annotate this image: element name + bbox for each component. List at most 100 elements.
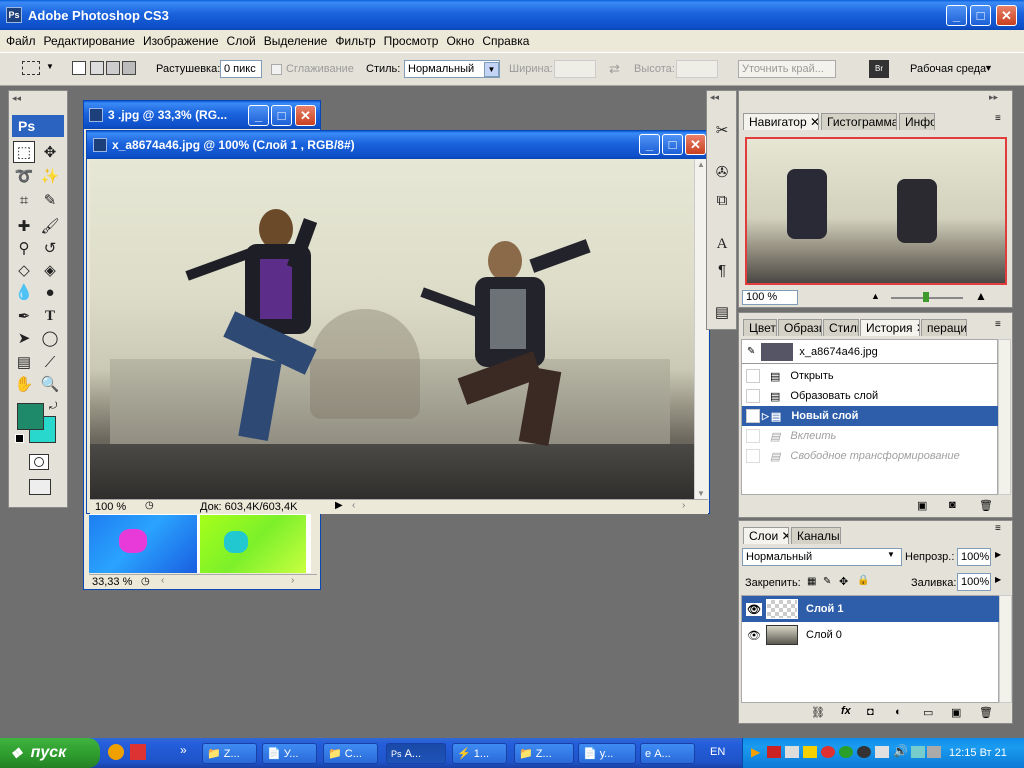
marquee-tool-icon[interactable]: ⬚ [13, 141, 35, 163]
status-menu-icon[interactable]: ◷ [141, 576, 150, 587]
scroll-left-icon[interactable]: ‹ [161, 575, 164, 586]
layer-row[interactable]: 👁 Слой 0 [742, 622, 1000, 648]
tab-info[interactable]: Инфо [899, 113, 935, 130]
close-button[interactable]: ✕ [996, 5, 1017, 26]
menu-edit[interactable]: Редактирование [44, 34, 135, 48]
menu-filter[interactable]: Фильтр [335, 34, 375, 48]
chevron-down-icon[interactable]: ▼ [484, 62, 499, 77]
opacity-input[interactable]: 100% [957, 548, 991, 566]
taskbar-button[interactable]: e A... [640, 743, 695, 764]
zoom-in-icon[interactable]: ▲ [975, 289, 987, 303]
link-layers-icon[interactable]: ⛓ [811, 706, 825, 719]
dodge-tool-icon[interactable]: ● [39, 281, 61, 303]
document-window-front[interactable]: x_a8674a46.jpg @ 100% (Слой 1 , RGB/8#) … [86, 130, 710, 514]
history-item-selected[interactable]: ▷ ▤ Новый слой [742, 406, 998, 426]
taskbar-button-active[interactable]: Ps A... [386, 743, 446, 764]
history-item[interactable]: ▤ Открыть [742, 366, 998, 386]
menu-view[interactable]: Просмотр [384, 34, 439, 48]
refine-edge-button[interactable]: Уточнить край... [738, 60, 836, 78]
scroll-up-icon[interactable]: ▲ [697, 160, 705, 169]
tab-navigator[interactable]: Навигатор ✕ [743, 113, 819, 130]
tray-app-icon[interactable] [767, 746, 781, 758]
swap-colors-icon[interactable]: ⤾ [49, 401, 57, 412]
menu-window[interactable]: Окно [446, 34, 474, 48]
layer-style-icon[interactable]: fx [841, 705, 851, 717]
collapse-icon[interactable]: ◂◂ [12, 93, 21, 104]
status-arrow-icon[interactable]: ▶ [335, 500, 343, 511]
tray-app-icon[interactable] [875, 746, 889, 758]
hand-tool-icon[interactable]: ✋ [13, 373, 35, 395]
trash-icon[interactable]: 🗑 [979, 706, 993, 719]
history-source-box[interactable] [746, 409, 760, 423]
chevron-down-icon[interactable]: ▼ [887, 550, 895, 559]
history-source-box[interactable] [746, 429, 760, 443]
clone-source-icon[interactable]: ⧉ [711, 189, 733, 211]
document-title-bar[interactable]: 3 .jpg @ 33,3% (RG... _ □ ✕ [84, 101, 320, 129]
zoom-level[interactable]: 33,33 % [92, 576, 136, 588]
blur-tool-icon[interactable]: 💧 [13, 281, 35, 303]
collapse-icon[interactable]: ▸▸ [989, 92, 998, 103]
lock-position-icon[interactable]: ✥ [839, 575, 848, 588]
menu-help[interactable]: Справка [482, 34, 529, 48]
height-input[interactable] [676, 60, 718, 78]
layers-scrollbar[interactable] [999, 595, 1012, 703]
move-tool-icon[interactable]: ✥ [39, 141, 61, 163]
menu-layer[interactable]: Слой [227, 34, 256, 48]
language-indicator[interactable]: EN [710, 746, 725, 758]
history-source-box[interactable] [746, 389, 760, 403]
tray-app-icon[interactable] [927, 746, 941, 758]
taskbar-button[interactable]: 📁 Z... [514, 743, 574, 764]
crop-tool-icon[interactable]: ⌗ [13, 189, 35, 211]
history-state-marker-icon[interactable]: ▷ [762, 411, 769, 422]
default-colors-icon[interactable] [15, 434, 24, 443]
healing-brush-icon[interactable]: ✚ [13, 215, 35, 237]
marquee-preset-icon[interactable] [22, 61, 40, 75]
type-tool-icon[interactable]: T [39, 305, 61, 327]
history-snapshot[interactable]: ✎ x_a8674a46.jpg [742, 340, 998, 364]
status-menu-icon[interactable]: ◷ [145, 500, 154, 511]
taskbar-button[interactable]: 📁 Z... [202, 743, 257, 764]
history-source-box[interactable] [746, 369, 760, 383]
tab-channels[interactable]: Каналы [791, 527, 841, 544]
quicklaunch-more-icon[interactable]: » [180, 743, 187, 757]
quicklaunch-icon[interactable] [130, 744, 146, 760]
adjustment-layer-icon[interactable]: ◐ [895, 706, 902, 718]
menu-select[interactable]: Выделение [264, 34, 328, 48]
tray-app-icon[interactable] [803, 746, 817, 758]
lock-all-icon[interactable]: 🔒 [857, 575, 869, 586]
eraser-tool-icon[interactable]: ◇ [13, 259, 35, 281]
quicklaunch-icon[interactable] [108, 744, 124, 760]
magic-wand-icon[interactable]: ✨ [39, 165, 61, 187]
feather-input[interactable]: 0 пикс [220, 60, 262, 78]
layer-name[interactable]: Слой 1 [806, 603, 843, 615]
document-canvas[interactable] [90, 159, 694, 499]
document-canvas[interactable] [89, 513, 311, 573]
fill-input[interactable]: 100% [957, 573, 991, 591]
history-item[interactable]: ▤ Свободное трансформирование [742, 446, 998, 466]
close-button[interactable]: ✕ [295, 105, 316, 126]
ellipse-tool-icon[interactable]: ◯ [39, 327, 61, 349]
layer-mask-icon[interactable]: ◘ [867, 706, 874, 718]
tray-app-icon[interactable] [857, 746, 871, 758]
tool-presets-icon[interactable]: ✂ [711, 119, 733, 141]
antialias-checkbox[interactable] [271, 64, 282, 75]
clone-stamp-icon[interactable]: ⚲ [13, 237, 35, 259]
tab-styles[interactable]: Стили [823, 319, 859, 336]
blend-mode-select[interactable]: Нормальный [742, 548, 902, 566]
workspace-menu[interactable]: Рабочая среда [910, 63, 986, 75]
history-brush-icon[interactable]: ↺ [39, 237, 61, 259]
eyedropper-tool-icon[interactable]: ⟋ [39, 351, 61, 373]
selection-intersect-icon[interactable] [122, 61, 136, 75]
minimize-button[interactable]: _ [946, 5, 967, 26]
layer-name[interactable]: Слой 0 [806, 629, 842, 641]
brush-tool-icon[interactable]: 🖌 [39, 215, 61, 237]
selection-subtract-icon[interactable] [106, 61, 120, 75]
tray-app-icon[interactable] [785, 746, 799, 758]
history-scrollbar[interactable] [998, 339, 1011, 495]
panel-menu-icon[interactable]: ≡ [995, 319, 1001, 330]
eye-icon[interactable]: 👁 [746, 602, 762, 616]
taskbar-button[interactable]: 📁 C... [323, 743, 378, 764]
taskbar-button[interactable]: 📄 У... [262, 743, 317, 764]
zoom-tool-icon[interactable]: 🔍 [39, 373, 61, 395]
new-group-icon[interactable]: ▭ [923, 706, 933, 719]
